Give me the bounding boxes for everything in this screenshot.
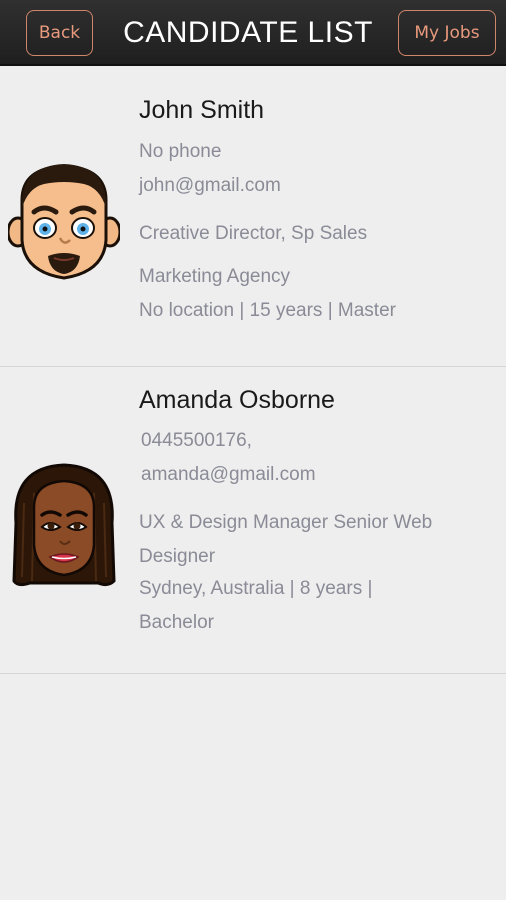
candidate-card[interactable]: John Smith No phone john@gmail.com Creat…: [0, 68, 506, 367]
candidate-details-line2: Bachelor: [139, 612, 214, 633]
app-header: Back CANDIDATE LIST My Jobs: [0, 0, 506, 66]
candidate-email: john@gmail.com: [139, 175, 281, 196]
candidate-phone: No phone: [139, 141, 222, 162]
candidate-details: No location | 15 years | Master: [139, 300, 396, 321]
my-jobs-button[interactable]: My Jobs: [398, 10, 496, 56]
candidate-phone: 0445500176,: [141, 430, 252, 451]
candidate-email: amanda@gmail.com: [141, 464, 316, 485]
candidate-name: John Smith: [139, 96, 265, 124]
female-avatar-icon: [12, 463, 116, 587]
candidate-title-line2: Designer: [139, 546, 216, 567]
candidate-title: Creative Director, Sp Sales: [139, 223, 368, 244]
candidate-details-line1: Sydney, Australia | 8 years |: [139, 578, 373, 599]
back-button[interactable]: Back: [26, 10, 93, 56]
candidate-title-line1: UX & Design Manager Senior Web: [139, 512, 433, 533]
candidate-name: Amanda Osborne: [139, 386, 335, 414]
page-title: CANDIDATE LIST: [123, 16, 373, 49]
candidate-company: Marketing Agency: [139, 266, 291, 287]
male-avatar-icon: [8, 164, 120, 280]
candidate-card[interactable]: Amanda Osborne 0445500176, amanda@gmail.…: [0, 367, 506, 674]
